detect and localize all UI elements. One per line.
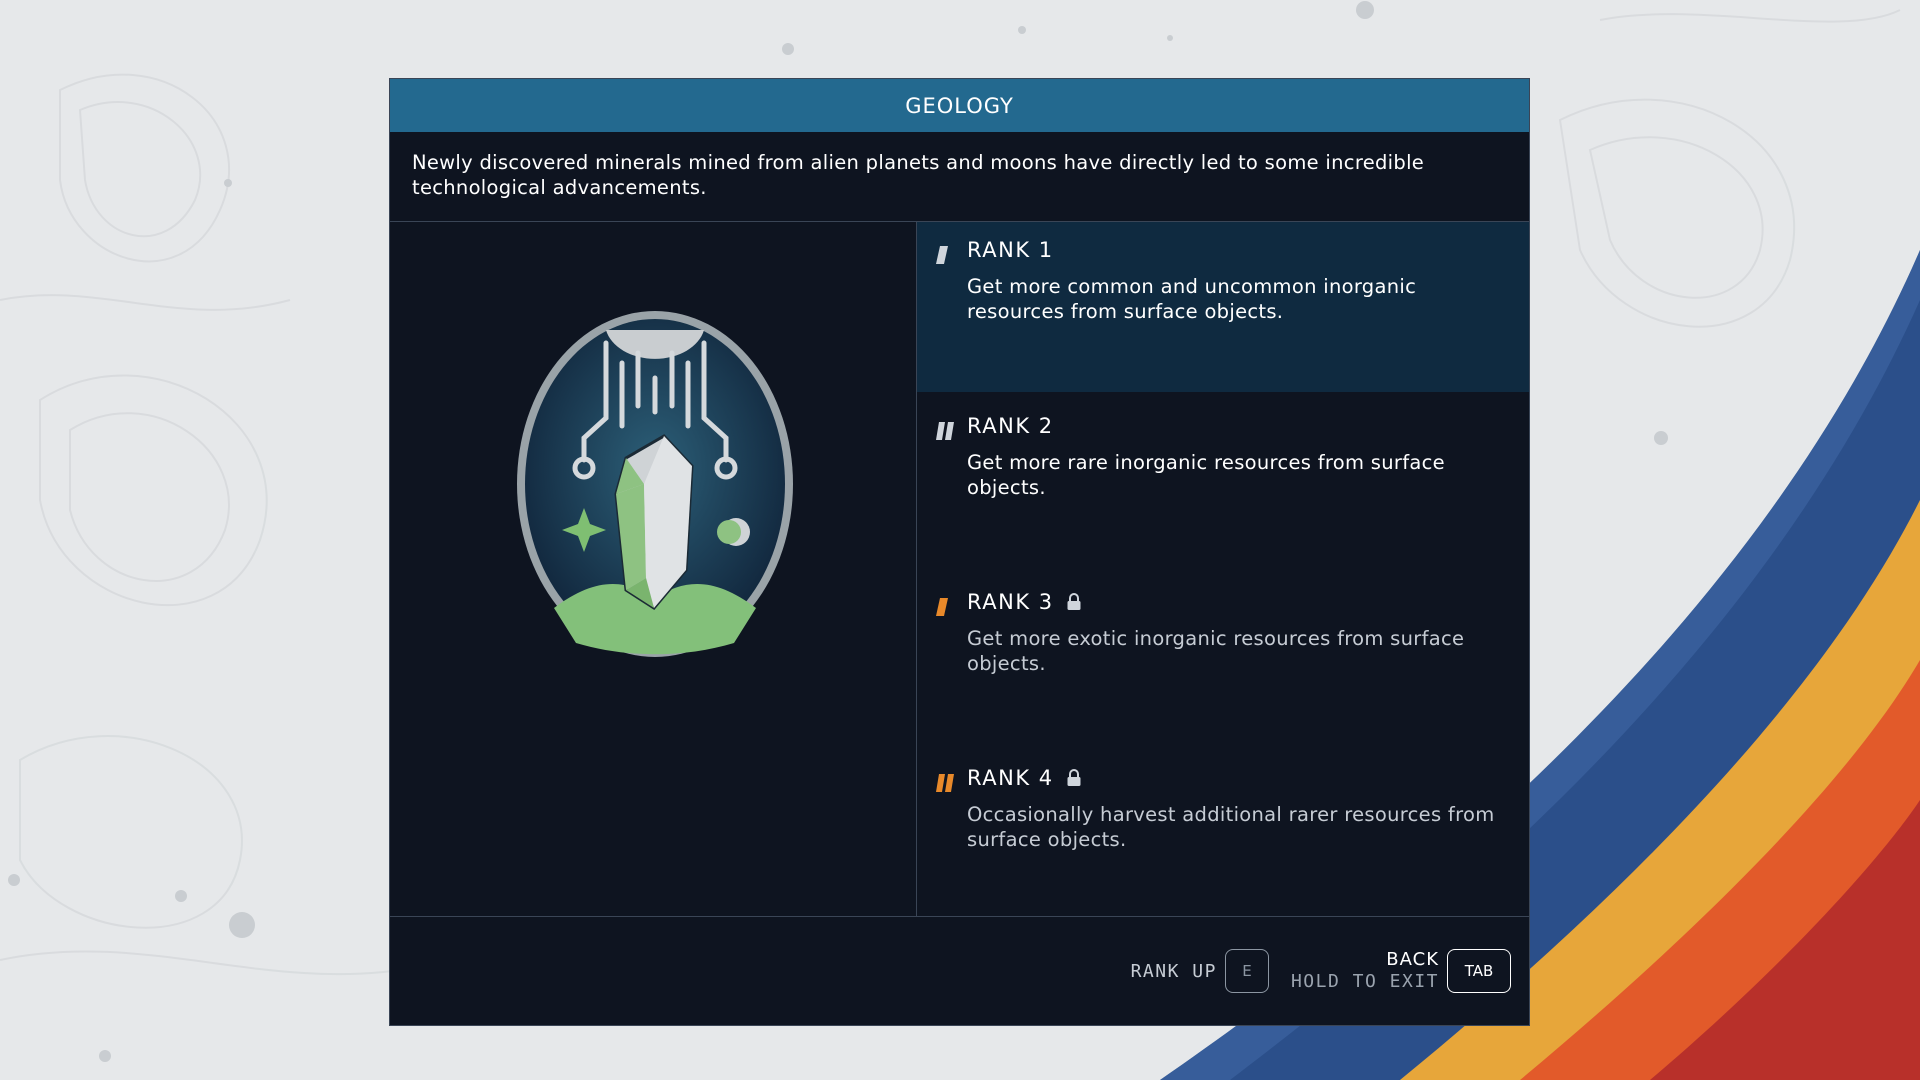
rank-description: Get more exotic inorganic resources from… [967, 627, 1465, 675]
rank-label: RANK 4 [967, 766, 1054, 790]
controls: RANK UP E BACK HOLD TO EXIT TAB [1131, 949, 1511, 993]
geology-crystal-patch-icon [517, 311, 793, 657]
rank-label: RANK 1 [967, 238, 1054, 262]
rank-4-marker-icon [936, 774, 954, 792]
rank-description: Get more common and uncommon inorganic r… [967, 275, 1417, 323]
rank-item-4[interactable]: RANK 4 Occasionally harvest additional r… [917, 750, 1529, 920]
skill-title: GEOLOGY [905, 93, 1014, 118]
rank-item-3[interactable]: RANK 3 Get more exotic inorganic resourc… [917, 574, 1529, 744]
rank-item-1[interactable]: RANK 1 Get more common and uncommon inor… [917, 222, 1529, 392]
back-label: BACK [1386, 949, 1439, 970]
rank-label: RANK 2 [967, 414, 1054, 438]
rank-item-2[interactable]: RANK 2 Get more rare inorganic resources… [917, 398, 1529, 568]
skill-content: RANK 1 Get more common and uncommon inor… [390, 222, 1529, 917]
rank-2-marker-icon [936, 422, 954, 440]
back-button[interactable]: TAB [1447, 949, 1511, 993]
rank-up-button[interactable]: E [1224, 949, 1269, 993]
rank-list: RANK 1 Get more common and uncommon inor… [917, 222, 1529, 916]
rank-description: Get more rare inorganic resources from s… [967, 451, 1445, 499]
lock-icon [1067, 593, 1081, 610]
footer-controls-bar: RANK UP E BACK HOLD TO EXIT TAB [390, 917, 1529, 1026]
lock-icon [1067, 769, 1081, 786]
skill-panel: GEOLOGY Newly discovered minerals mined … [389, 78, 1530, 1026]
emblem-pane [390, 222, 917, 916]
rank-3-marker-icon [936, 598, 948, 616]
skill-title-bar: GEOLOGY [390, 79, 1529, 132]
rank-1-marker-icon [936, 246, 948, 264]
rank-up-label: RANK UP [1130, 960, 1217, 982]
hold-to-exit-label: HOLD TO EXIT [1290, 971, 1439, 992]
back-group: BACK HOLD TO EXIT [1291, 949, 1439, 993]
rank-description: Occasionally harvest additional rarer re… [967, 803, 1495, 851]
rank-label: RANK 3 [967, 590, 1054, 614]
skill-description: Newly discovered minerals mined from ali… [390, 132, 1529, 222]
